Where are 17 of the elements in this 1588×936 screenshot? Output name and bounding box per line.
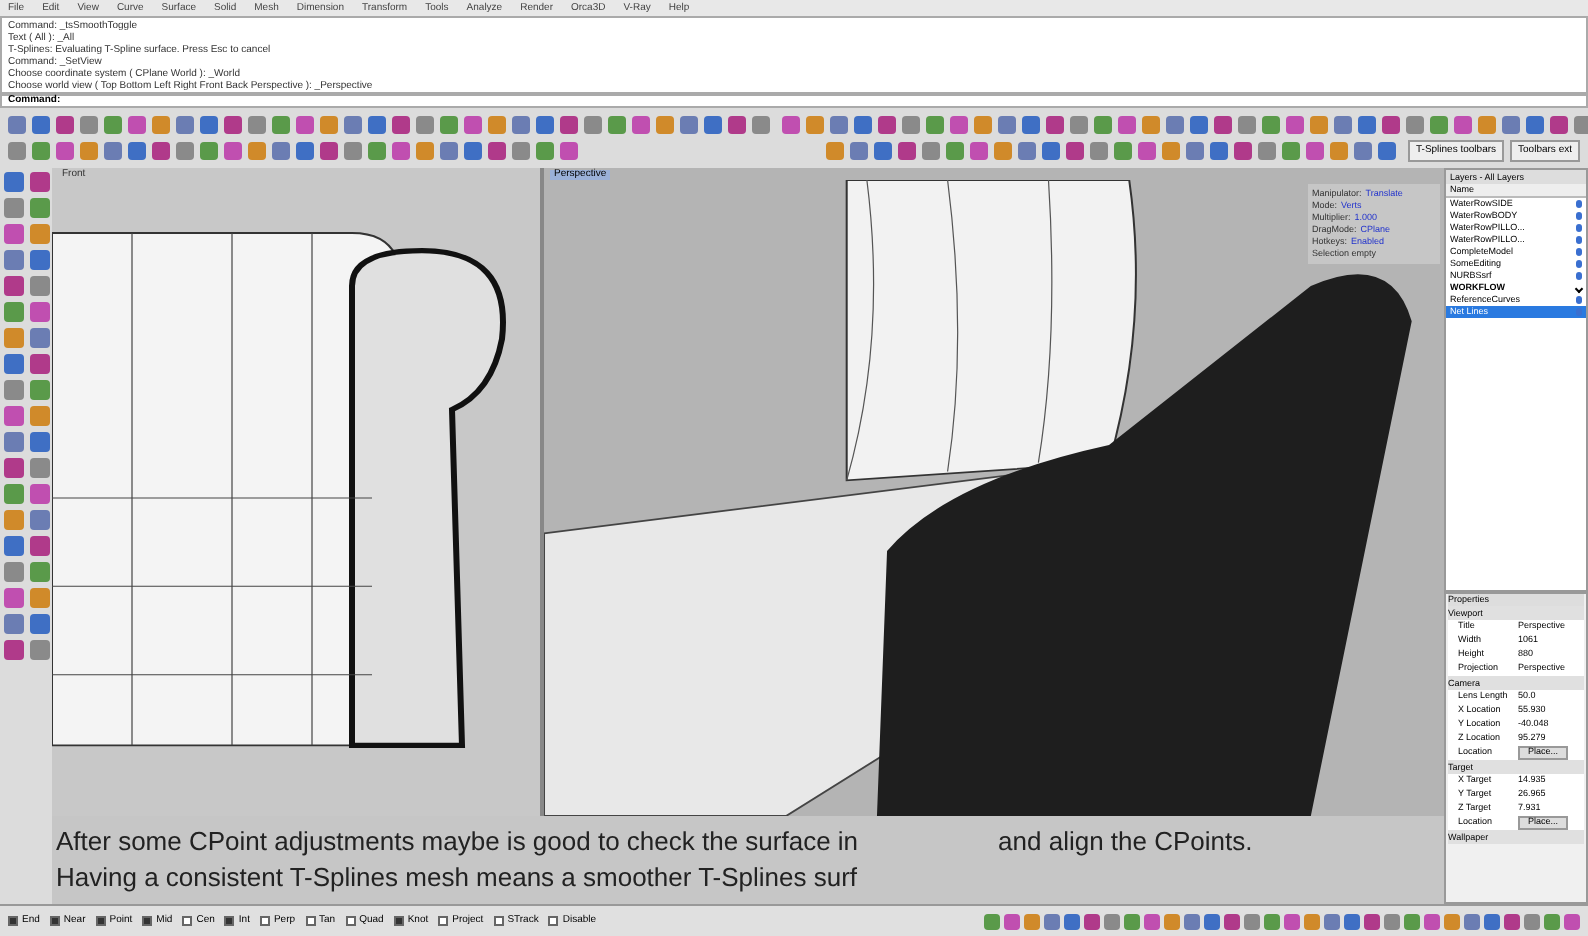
osnap-checkbox[interactable] (8, 916, 18, 926)
osnap-checkbox[interactable] (438, 916, 449, 926)
current-check-icon (1574, 283, 1584, 293)
osnap-checkbox[interactable] (182, 916, 193, 926)
osnap-checkbox[interactable] (224, 916, 235, 926)
osnap-checkbox[interactable] (345, 916, 356, 926)
subtitle-text: and align the CPoints. (998, 824, 1253, 860)
subtitle-text: Having a consistent T-Splines mesh means a smoother T-Splines surf (56, 860, 858, 896)
osnap-checkbox[interactable] (95, 916, 106, 926)
osnap-checkbox[interactable] (493, 916, 504, 926)
osnap-checkbox[interactable] (548, 916, 559, 926)
osnap-checkbox[interactable] (49, 916, 60, 926)
osnap-checkbox[interactable] (259, 916, 270, 926)
subtitle-text: After some CPoint adjustments maybe is good to check the surface in (56, 824, 859, 860)
osnap-checkbox[interactable] (142, 916, 153, 926)
osnap-checkbox[interactable] (305, 916, 316, 926)
osnap-checkbox[interactable] (393, 916, 404, 926)
